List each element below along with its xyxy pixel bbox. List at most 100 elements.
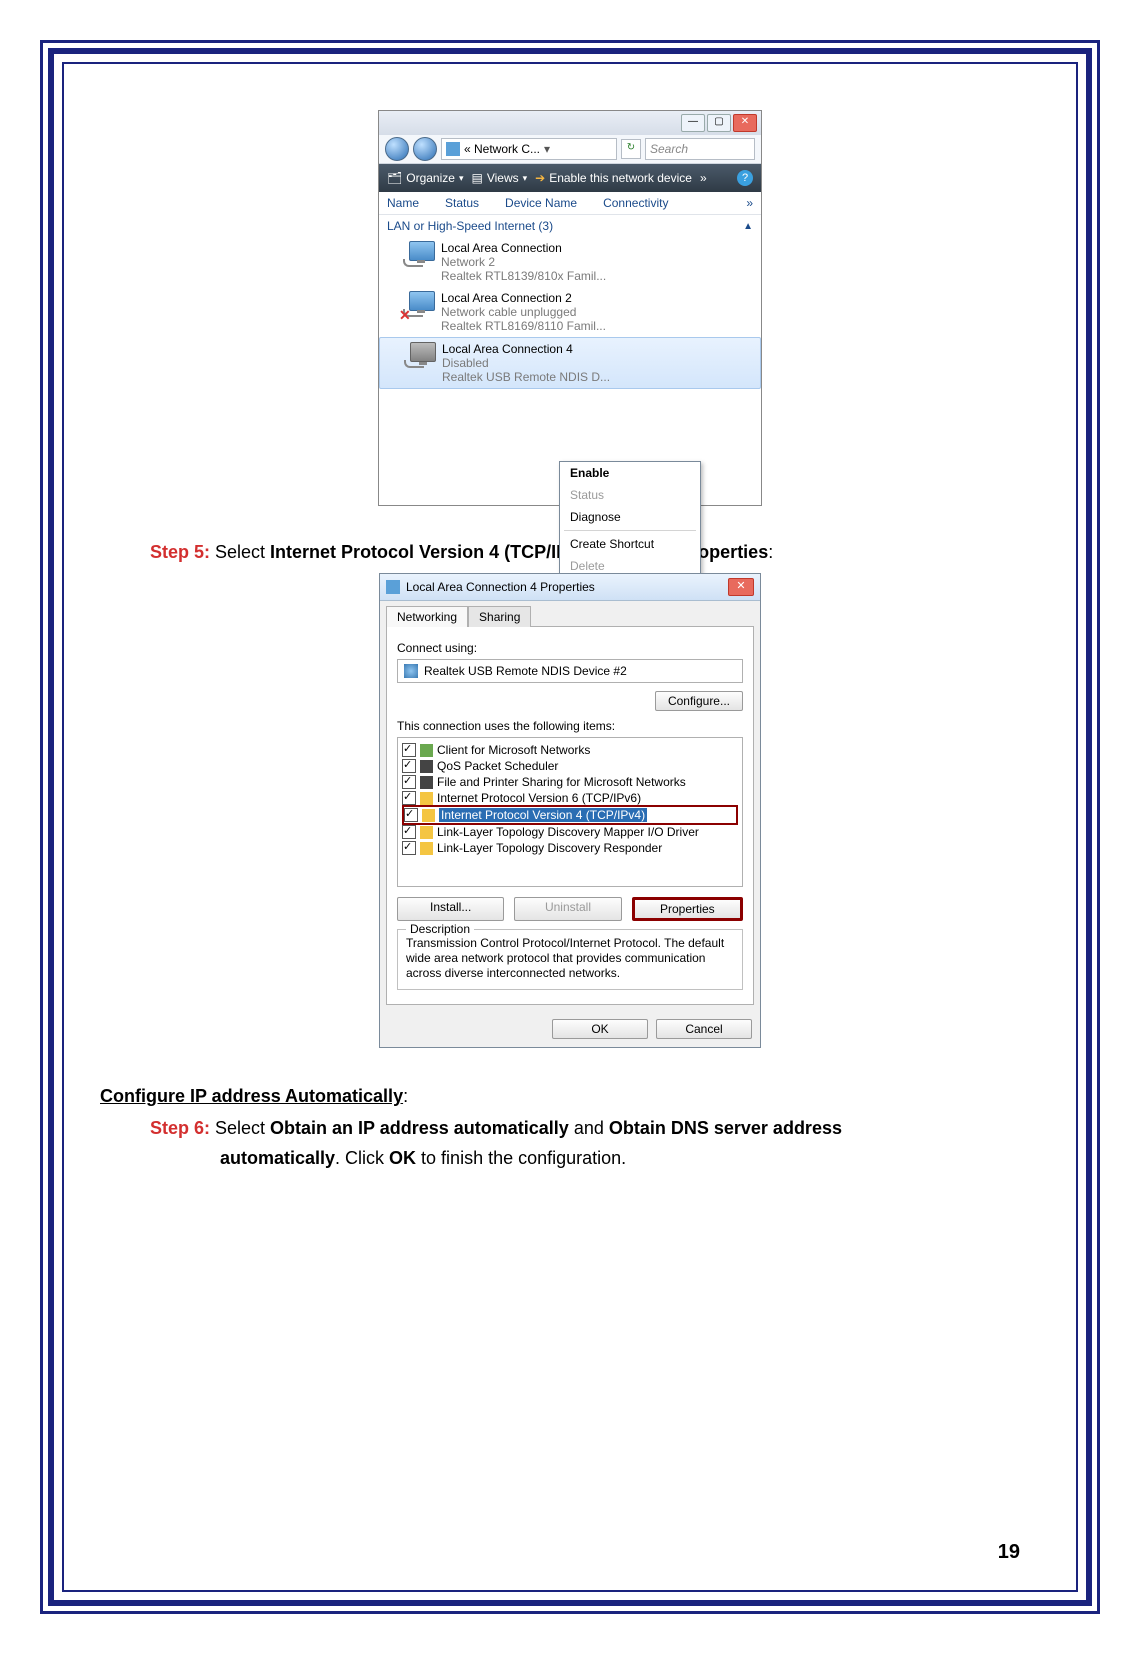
uninstall-button: Uninstall bbox=[514, 897, 621, 921]
tab-sharing[interactable]: Sharing bbox=[468, 606, 531, 627]
connection-device: Realtek RTL8139/810x Famil... bbox=[441, 269, 606, 283]
col-name[interactable]: Name bbox=[387, 196, 419, 210]
connection-status: Network 2 bbox=[441, 255, 606, 269]
configure-button[interactable]: Configure... bbox=[655, 691, 743, 711]
breadcrumb: « Network C... bbox=[464, 142, 540, 156]
back-button[interactable] bbox=[385, 137, 409, 161]
connect-using-label: Connect using: bbox=[397, 641, 743, 655]
share-icon bbox=[420, 776, 433, 789]
col-device[interactable]: Device Name bbox=[505, 196, 577, 210]
tab-networking[interactable]: Networking bbox=[386, 606, 468, 627]
folder-icon bbox=[446, 142, 460, 156]
client-icon bbox=[420, 744, 433, 757]
connection-device: Realtek USB Remote NDIS D... bbox=[442, 370, 610, 384]
list-item[interactable]: Link-Layer Topology Discovery Responder bbox=[402, 840, 738, 856]
window-titlebar: — ▢ ✕ bbox=[379, 111, 761, 135]
connection-properties-dialog: Local Area Connection 4 Properties ✕ Net… bbox=[379, 573, 761, 1048]
step6-line1: Step 6: Select Obtain an IP address auto… bbox=[150, 1113, 1040, 1143]
connection-status: Network cable unplugged bbox=[441, 305, 606, 319]
group-header[interactable]: LAN or High-Speed Internet (3) ▲ bbox=[379, 215, 761, 237]
protocol-icon bbox=[420, 842, 433, 855]
list-item[interactable]: QoS Packet Scheduler bbox=[402, 758, 738, 774]
ctx-status: Status bbox=[560, 484, 700, 506]
page-number: 19 bbox=[998, 1541, 1020, 1564]
checkbox-icon[interactable] bbox=[402, 791, 416, 805]
col-status[interactable]: Status bbox=[445, 196, 479, 210]
checkbox-icon[interactable] bbox=[402, 841, 416, 855]
ctx-diagnose[interactable]: Diagnose bbox=[560, 506, 700, 528]
protocol-icon bbox=[422, 809, 435, 822]
checkbox-icon[interactable] bbox=[402, 775, 416, 789]
help-icon[interactable]: ? bbox=[737, 170, 753, 186]
network-icon bbox=[409, 241, 435, 267]
separator bbox=[564, 530, 696, 531]
section-heading: Configure IP address Automatically: bbox=[100, 1086, 1040, 1107]
search-input[interactable]: Search bbox=[645, 138, 755, 160]
command-bar: 🗂Organize▾ ▤Views▾ ➔Enable this network … bbox=[379, 164, 761, 192]
close-button[interactable]: ✕ bbox=[733, 114, 757, 132]
protocol-icon bbox=[420, 792, 433, 805]
group-label: LAN or High-Speed Internet (3) bbox=[387, 219, 553, 233]
connection-item-selected[interactable]: Local Area Connection 4 Disabled Realtek… bbox=[379, 337, 761, 389]
dialog-title: Local Area Connection 4 Properties bbox=[406, 580, 595, 594]
checkbox-icon[interactable] bbox=[402, 759, 416, 773]
connection-item[interactable]: Local Area Connection Network 2 Realtek … bbox=[379, 237, 761, 287]
step6-line2: automatically. Click OK to finish the co… bbox=[220, 1143, 1040, 1173]
maximize-button[interactable]: ▢ bbox=[707, 114, 731, 132]
description-group: Description Transmission Control Protoco… bbox=[397, 929, 743, 990]
ok-button[interactable]: OK bbox=[552, 1019, 648, 1039]
list-item[interactable]: Client for Microsoft Networks bbox=[402, 742, 738, 758]
dialog-footer: OK Cancel bbox=[380, 1011, 760, 1047]
description-legend: Description bbox=[406, 922, 474, 936]
column-headers: Name Status Device Name Connectivity » bbox=[379, 192, 761, 215]
list-item[interactable]: File and Printer Sharing for Microsoft N… bbox=[402, 774, 738, 790]
toolbar-overflow[interactable]: » bbox=[700, 171, 707, 185]
views-menu[interactable]: ▤Views▾ bbox=[471, 171, 527, 185]
tab-strip: Networking Sharing bbox=[380, 601, 760, 626]
dialog-icon bbox=[386, 580, 400, 594]
refresh-button[interactable]: ↻ bbox=[621, 139, 641, 159]
step5-label: Step 5: bbox=[150, 542, 210, 562]
close-button[interactable]: ✕ bbox=[728, 578, 754, 596]
network-connections-window: — ▢ ✕ « Network C... ▾ ↻ Search 🗂Organiz… bbox=[378, 110, 762, 506]
ctx-enable[interactable]: Enable bbox=[560, 462, 700, 484]
col-overflow[interactable]: » bbox=[746, 196, 753, 210]
checkbox-icon[interactable] bbox=[402, 743, 416, 757]
protocol-list[interactable]: Client for Microsoft Networks QoS Packet… bbox=[397, 737, 743, 887]
collapse-icon[interactable]: ▲ bbox=[743, 221, 753, 232]
list-item[interactable]: Internet Protocol Version 6 (TCP/IPv6) bbox=[402, 790, 738, 806]
description-text: Transmission Control Protocol/Internet P… bbox=[406, 936, 734, 981]
connection-name: Local Area Connection 2 bbox=[441, 291, 606, 305]
checkbox-icon[interactable] bbox=[402, 825, 416, 839]
network-icon-unplugged: ✕ bbox=[409, 291, 435, 317]
checkbox-icon[interactable] bbox=[404, 808, 418, 822]
adapter-icon bbox=[404, 664, 418, 678]
list-item[interactable]: Link-Layer Topology Discovery Mapper I/O… bbox=[402, 824, 738, 840]
views-icon: ▤ bbox=[471, 171, 482, 185]
step6-label: Step 6: bbox=[150, 1118, 210, 1138]
network-icon-disabled bbox=[410, 342, 436, 368]
items-label: This connection uses the following items… bbox=[397, 719, 743, 733]
connection-status: Disabled bbox=[442, 356, 610, 370]
minimize-button[interactable]: — bbox=[681, 114, 705, 132]
forward-button[interactable] bbox=[413, 137, 437, 161]
connection-device: Realtek RTL8169/8110 Famil... bbox=[441, 319, 606, 333]
address-bar[interactable]: « Network C... ▾ bbox=[441, 138, 617, 160]
protocol-icon bbox=[420, 826, 433, 839]
cancel-button[interactable]: Cancel bbox=[656, 1019, 752, 1039]
properties-button-highlight[interactable]: Properties bbox=[632, 897, 743, 921]
ctx-create-shortcut[interactable]: Create Shortcut bbox=[560, 533, 700, 555]
address-bar-row: « Network C... ▾ ↻ Search bbox=[379, 135, 761, 164]
enable-device-button[interactable]: ➔Enable this network device bbox=[535, 171, 692, 185]
breadcrumb-dropdown-icon[interactable]: ▾ bbox=[540, 142, 554, 156]
organize-menu[interactable]: 🗂Organize▾ bbox=[387, 171, 463, 185]
adapter-name: Realtek USB Remote NDIS Device #2 bbox=[424, 664, 627, 678]
adapter-field: Realtek USB Remote NDIS Device #2 bbox=[397, 659, 743, 683]
install-button[interactable]: Install... bbox=[397, 897, 504, 921]
col-connectivity[interactable]: Connectivity bbox=[603, 196, 668, 210]
scheduler-icon bbox=[420, 760, 433, 773]
list-item-ipv4-highlight[interactable]: Internet Protocol Version 4 (TCP/IPv4) bbox=[402, 805, 738, 825]
connection-name: Local Area Connection bbox=[441, 241, 606, 255]
organize-icon: 🗂 bbox=[387, 171, 402, 185]
connection-item[interactable]: ✕ Local Area Connection 2 Network cable … bbox=[379, 287, 761, 337]
